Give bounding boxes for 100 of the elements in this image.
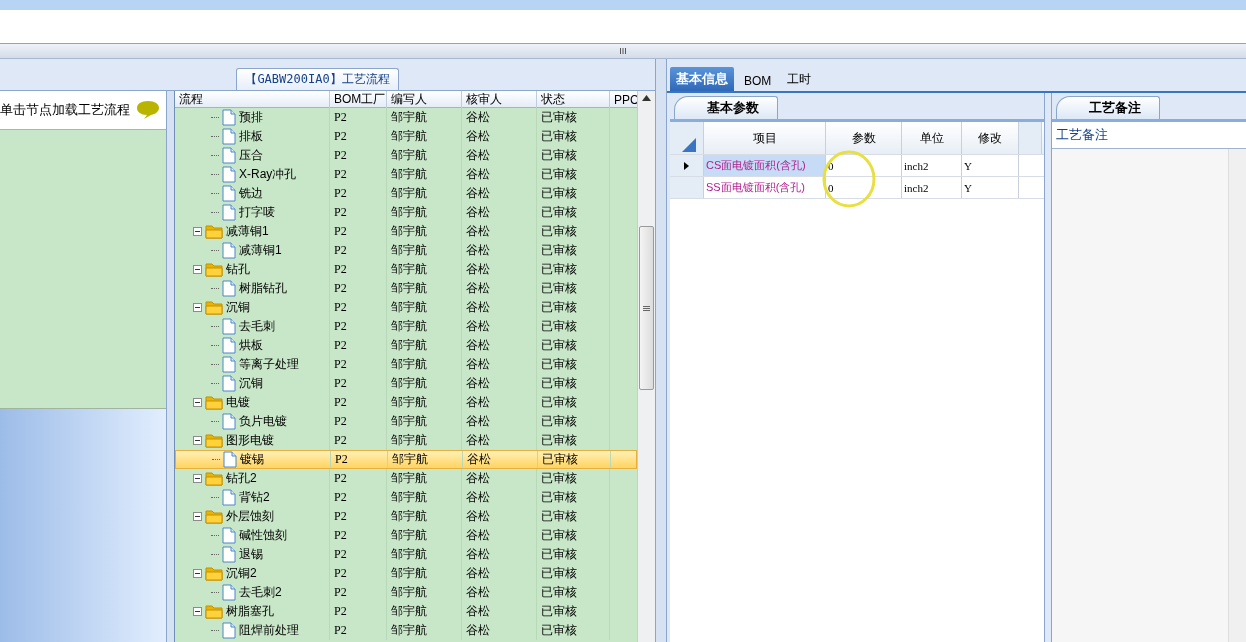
table-cell: P2 [330,545,387,564]
table-cell: 已审核 [537,393,610,412]
panel-title: 【GABW200IA0】工艺流程 [236,68,399,90]
column-header[interactable]: 流程 [175,91,330,108]
table-cell: 邹宇航 [387,298,462,317]
column-header[interactable]: 项目 [704,122,826,154]
tree-row[interactable]: 外层蚀刻 P2 邹宇航 谷松 已审核 [175,507,637,526]
document-icon [222,166,236,183]
folder-icon [205,566,223,581]
tree-label: 负片电镀 [239,413,287,430]
table-cell: 邹宇航 [387,412,462,431]
splitter-grip-icon[interactable] [619,47,627,55]
row-selector[interactable] [670,155,704,176]
document-icon [222,280,236,297]
collapse-toggle[interactable] [193,436,202,445]
table-cell: 邹宇航 [387,165,462,184]
document-icon [222,204,236,221]
table-cell: 谷松 [462,165,537,184]
field-label: 工艺备注 [1052,122,1246,149]
table-cell: 邹宇航 [387,317,462,336]
scrollbar-track[interactable] [637,91,655,642]
column-header[interactable]: 编写人 [387,91,462,108]
minus-icon [195,440,200,441]
scroll-up-icon[interactable] [642,95,651,101]
tree-row[interactable]: 沉铜2 P2 邹宇航 谷松 已审核 [175,564,637,583]
folder-icon [205,395,223,410]
document-icon [222,147,236,164]
column-header[interactable]: 核审人 [462,91,537,108]
tree-row[interactable]: 沉铜 P2 邹宇航 谷松 已审核 [175,298,637,317]
tree-row[interactable]: 树脂塞孔 P2 邹宇航 谷松 已审核 [175,602,637,621]
table-cell: P2 [330,412,387,431]
table-cell: P2 [330,564,387,583]
tree-label: 去毛刺2 [239,584,282,601]
table-cell: 已审核 [537,241,610,260]
collapse-toggle[interactable] [193,512,202,521]
tree-label: 铣边 [239,185,263,202]
table-cell: 邹宇航 [387,203,462,222]
folder-icon [205,224,223,239]
table-cell: 邹宇航 [387,279,462,298]
tree-row[interactable]: 镀锡 P2 邹宇航 谷松 已审核 [175,450,637,469]
collapse-toggle[interactable] [193,303,202,312]
collapse-toggle[interactable] [193,265,202,274]
table-cell: P2 [330,621,387,640]
table-cell: P2 [330,203,387,222]
table-cell: 谷松 [463,451,538,468]
minus-icon [195,516,200,517]
tree-row[interactable]: 电镀 P2 邹宇航 谷松 已审核 [175,393,637,412]
column-header[interactable]: 单位 [902,122,962,154]
table-cell: 邹宇航 [387,469,462,488]
table-cell: 谷松 [462,241,537,260]
table-cell: 已审核 [537,469,610,488]
scrollbar-thumb[interactable] [639,226,654,390]
speech-bubble-icon [136,100,161,120]
table-cell: 已审核 [537,507,610,526]
tree-row[interactable]: 减薄铜1 P2 邹宇航 谷松 已审核 [175,222,637,241]
table-cell: 邹宇航 [387,526,462,545]
table-cell: 谷松 [462,260,537,279]
collapse-toggle[interactable] [193,569,202,578]
tree-label: 图形电镀 [226,432,274,449]
column-header[interactable]: 状态 [537,91,610,108]
table-cell: P2 [330,602,387,621]
tree-row[interactable]: 钻孔2 P2 邹宇航 谷松 已审核 [175,469,637,488]
table-cell: 谷松 [462,507,537,526]
table-cell: 邹宇航 [387,336,462,355]
table-cell: 已审核 [537,108,610,127]
document-icon [222,337,236,354]
tree-label: 排板 [239,128,263,145]
table-cell: 邹宇航 [387,564,462,583]
table-cell: 邹宇航 [387,184,462,203]
collapse-toggle[interactable] [193,474,202,483]
tree-label: 退锡 [239,546,263,563]
column-header[interactable]: 参数 [826,122,902,154]
table-cell: P2 [330,374,387,393]
scrollbar-track[interactable] [1228,149,1246,642]
tree-row[interactable]: 钻孔 P2 邹宇航 谷松 已审核 [175,260,637,279]
table-cell: P2 [330,298,387,317]
document-icon [222,128,236,145]
tab[interactable]: 基本信息 [670,67,734,91]
collapse-toggle[interactable] [193,227,202,236]
table-cell: P2 [331,451,388,468]
tab[interactable]: 工时 [781,68,818,91]
document-icon [222,413,236,430]
panel-tab[interactable]: 基本参数 [674,96,778,119]
minus-icon [195,231,200,232]
table-cell: 邹宇航 [387,374,462,393]
collapse-toggle[interactable] [193,607,202,616]
column-header[interactable]: BOM工厂 [330,91,387,108]
tree-label: 去毛刺 [239,318,275,335]
panel-tab[interactable]: 工艺备注 [1056,96,1160,119]
table-cell: 谷松 [462,488,537,507]
table-cell: 已审核 [537,621,610,640]
table-cell: P2 [330,241,387,260]
table-cell: Y [962,177,1019,198]
table-cell: CS面电镀面积(含孔) [704,155,826,176]
collapse-toggle[interactable] [193,398,202,407]
table-cell: 谷松 [462,621,537,640]
tree-label: 树脂塞孔 [226,603,274,620]
table-cell: inch2 [902,155,962,176]
tab[interactable]: BOM [738,71,778,91]
corner-header[interactable] [670,122,704,154]
